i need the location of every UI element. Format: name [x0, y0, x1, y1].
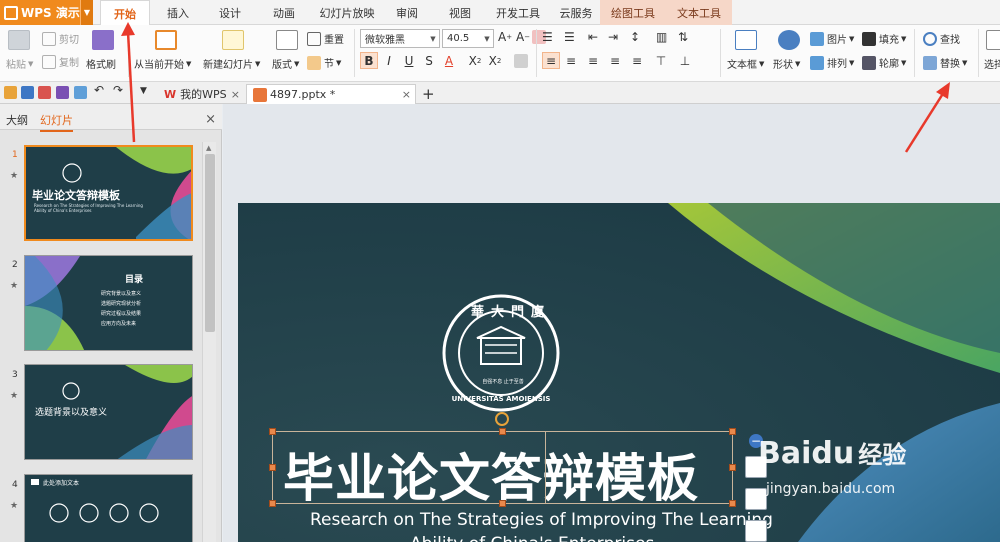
- wps-presentation-window: WPS 演示 ▼ 开始 插入 设计 动画 幻灯片放映 审阅 视图 开发工具 云服…: [0, 0, 1000, 542]
- baidu-jingyan-watermark: Baidu 经验 jingyan.baidu.com: [758, 436, 907, 497]
